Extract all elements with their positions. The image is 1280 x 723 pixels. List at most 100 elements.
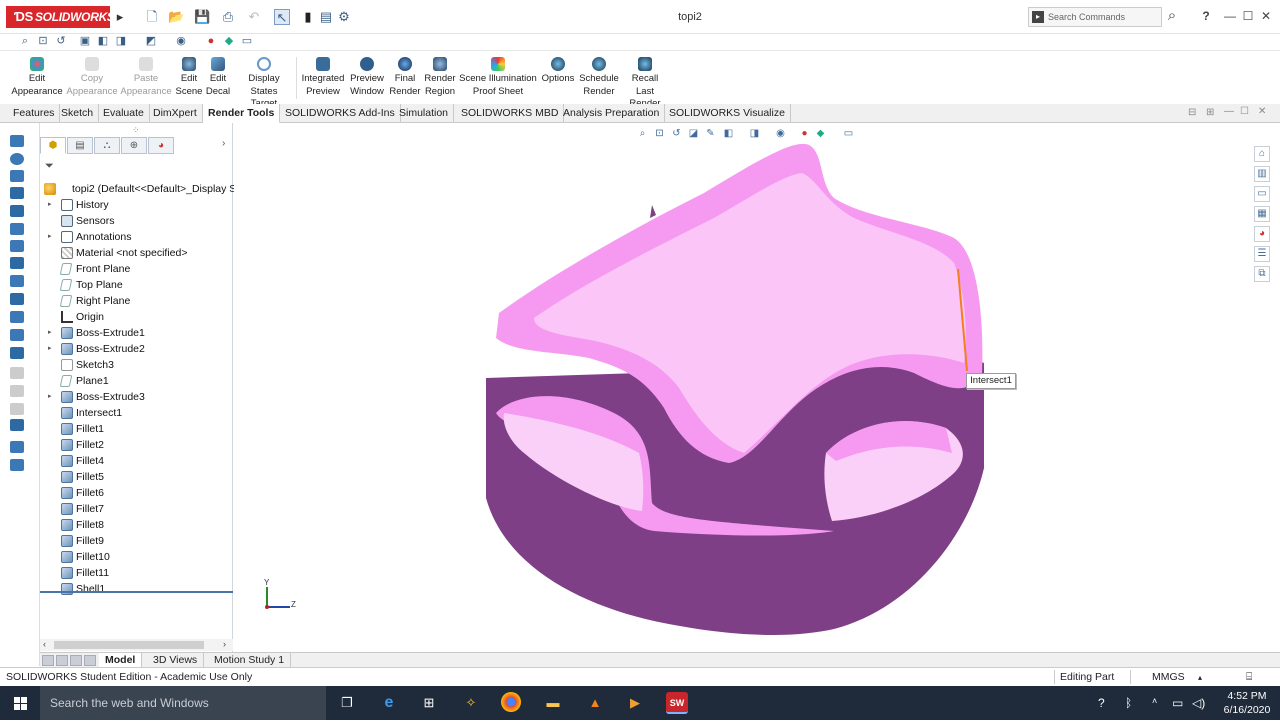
tab-feature-tree[interactable]: ⬢ [40, 137, 66, 154]
tab-3d-views[interactable]: 3D Views [147, 653, 205, 668]
edit-scene-button[interactable]: Edit Scene [174, 57, 204, 98]
copy-appearance-button[interactable]: Copy Appearance [66, 57, 118, 98]
appearance-icon[interactable]: ● [204, 34, 218, 48]
tree-horizontal-scrollbar[interactable]: ‹ › [40, 639, 233, 651]
search-commands-input[interactable]: ▸ Search Commands [1028, 7, 1162, 27]
solidworks-resources-icon[interactable]: ⌂ [1254, 146, 1270, 162]
search-mode-icon[interactable]: ▸ [1032, 11, 1044, 23]
help-tray-icon[interactable]: ? [1098, 696, 1105, 710]
render-region-button[interactable]: Render Region [424, 57, 456, 98]
integrated-preview-button[interactable]: Integrated Preview [300, 57, 346, 98]
scroll-thumb[interactable] [54, 641, 204, 649]
undo-icon[interactable]: ↶ [246, 9, 262, 25]
section-view-icon[interactable]: ▣ [78, 34, 92, 48]
view-palette-icon[interactable]: ▦ [1254, 206, 1270, 222]
units-selector[interactable]: MMGS [1152, 671, 1185, 683]
reference-geometry-icon[interactable] [10, 367, 24, 379]
edit-appearance-button[interactable]: Edit Appearance [10, 57, 64, 98]
extruded-boss-icon[interactable] [10, 135, 24, 147]
expand-icon[interactable]: ▸ [48, 325, 56, 341]
options-gear-icon[interactable]: ⚙ [336, 9, 352, 25]
shell-icon[interactable] [10, 293, 24, 305]
hole-wizard-icon[interactable] [10, 419, 24, 431]
show-hidden-icons-icon[interactable]: ˄ [1152, 696, 1157, 706]
monitor-icon[interactable]: ▭ [240, 34, 254, 48]
rebuild-icon[interactable]: ▮ [300, 9, 316, 25]
tabs-scroll-right-icon[interactable]: › [222, 138, 225, 149]
task-view-icon[interactable]: ❐ [336, 692, 358, 714]
recall-last-render-button[interactable]: Recall LastRender [622, 57, 668, 111]
solidworks-logo[interactable]: ƊS SOLIDWORKS [6, 6, 115, 28]
tab-render-tools[interactable]: Render Tools [203, 104, 281, 123]
save-icon[interactable]: 💾 [194, 9, 210, 25]
previous-view-icon[interactable]: ↺ [54, 34, 68, 48]
file-properties-icon[interactable]: ▤ [318, 9, 334, 25]
taskbar-search-box[interactable]: Search the web and Windows [40, 686, 326, 720]
appearances-scenes-icon[interactable]: ◕ [1254, 226, 1270, 242]
swept-boss-icon[interactable] [10, 170, 24, 182]
tab-prev-icon[interactable] [56, 655, 68, 666]
rollback-bar[interactable] [40, 591, 233, 593]
tab-analysis-preparation[interactable]: Analysis Preparation [558, 104, 666, 123]
preview-window-button[interactable]: Preview Window [348, 57, 386, 98]
instant3d-icon[interactable] [10, 403, 24, 415]
fillet-icon[interactable] [10, 223, 24, 235]
panel-tile-icon[interactable]: ⊞ [1206, 107, 1214, 118]
graphics-area[interactable]: ⌕ ⊡ ↺ ◪ ✎ ◧ ◨ ◉ ● ◆ ▭ Y Z Intersect1 [234, 123, 1250, 653]
paste-appearance-button[interactable]: Paste Appearance [120, 57, 172, 98]
bluetooth-tray-icon[interactable]: ᛒ [1125, 696, 1132, 710]
select-pointer-icon[interactable]: ↖ [274, 9, 290, 25]
tab-motion-study-1[interactable]: Motion Study 1 [208, 653, 292, 668]
menu-expand-icon[interactable]: ▸ [112, 9, 128, 25]
doc-minimize-icon[interactable]: — [1224, 106, 1234, 117]
tab-configuration-manager[interactable]: ⛬ [94, 137, 120, 154]
display-style-icon[interactable]: ◨ [114, 34, 128, 48]
filter-icon[interactable]: ⏷ [45, 160, 54, 173]
custom-properties-icon[interactable]: ☰ [1254, 246, 1270, 262]
forum-icon[interactable]: ⧉ [1254, 266, 1270, 282]
extruded-cut-icon[interactable] [10, 205, 24, 217]
tab-display-manager[interactable]: ◕ [148, 137, 174, 154]
tab-simulation[interactable]: Simulation [394, 104, 455, 123]
wrap-icon[interactable] [10, 311, 24, 323]
panel-restore-icon[interactable]: ⊟ [1188, 107, 1196, 118]
tab-property-manager[interactable]: ▤ [67, 137, 93, 154]
new-document-icon[interactable]: 🗋 [144, 9, 160, 25]
expand-icon[interactable]: ▸ [48, 229, 56, 245]
design-library-icon[interactable]: ▥ [1254, 166, 1270, 182]
edit-decal-button[interactable]: Edit Decal [204, 57, 232, 98]
minimize-icon[interactable]: — [1222, 8, 1238, 24]
expand-icon[interactable]: ▸ [48, 197, 56, 213]
tab-last-icon[interactable] [84, 655, 96, 666]
lofted-boss-icon[interactable] [10, 187, 24, 199]
expand-icon[interactable]: ▸ [48, 389, 56, 405]
units-dropdown-icon[interactable]: ▴ [1198, 673, 1202, 682]
doc-maximize-icon[interactable]: ☐ [1240, 106, 1249, 117]
vlc-icon[interactable]: ▲ [584, 692, 606, 714]
intersect-icon[interactable] [10, 329, 24, 341]
print-icon[interactable]: ⎙ [220, 9, 236, 25]
scene-icon[interactable]: ◆ [222, 34, 236, 48]
edge-browser-icon[interactable]: e [378, 692, 400, 714]
open-folder-icon[interactable]: 📂 [168, 9, 184, 25]
tab-sketch[interactable]: Sketch [56, 104, 100, 123]
chrome-icon[interactable] [501, 692, 521, 712]
part-model[interactable] [486, 143, 984, 635]
tab-first-icon[interactable] [42, 655, 54, 666]
solidworks-taskbar-icon[interactable]: SW [666, 692, 688, 714]
help-button[interactable]: ? [1198, 8, 1214, 24]
tab-dimxpert[interactable]: DimXpert [148, 104, 203, 123]
schedule-render-button[interactable]: Schedule Render [578, 57, 620, 98]
file-explorer-icon[interactable]: ▭ [1254, 186, 1270, 202]
network-icon[interactable]: ▭ [1172, 696, 1183, 710]
options-button[interactable]: Options [540, 57, 576, 86]
zoom-to-fit-icon[interactable]: ⌕ [18, 34, 32, 48]
reference-plane-icon[interactable] [10, 441, 24, 453]
media-player-icon[interactable]: ▶ [624, 692, 646, 714]
scroll-left-icon[interactable]: ‹ [43, 639, 46, 649]
tab-solidworks-add-ins[interactable]: SOLIDWORKS Add-Ins [280, 104, 401, 123]
draft-icon[interactable] [10, 275, 24, 287]
hide-show-icon[interactable]: ◩ [144, 34, 158, 48]
tab-dimxpert-manager[interactable]: ⊕ [121, 137, 147, 154]
system-clock[interactable]: 4:52 PM 6/16/2020 [1218, 689, 1276, 717]
